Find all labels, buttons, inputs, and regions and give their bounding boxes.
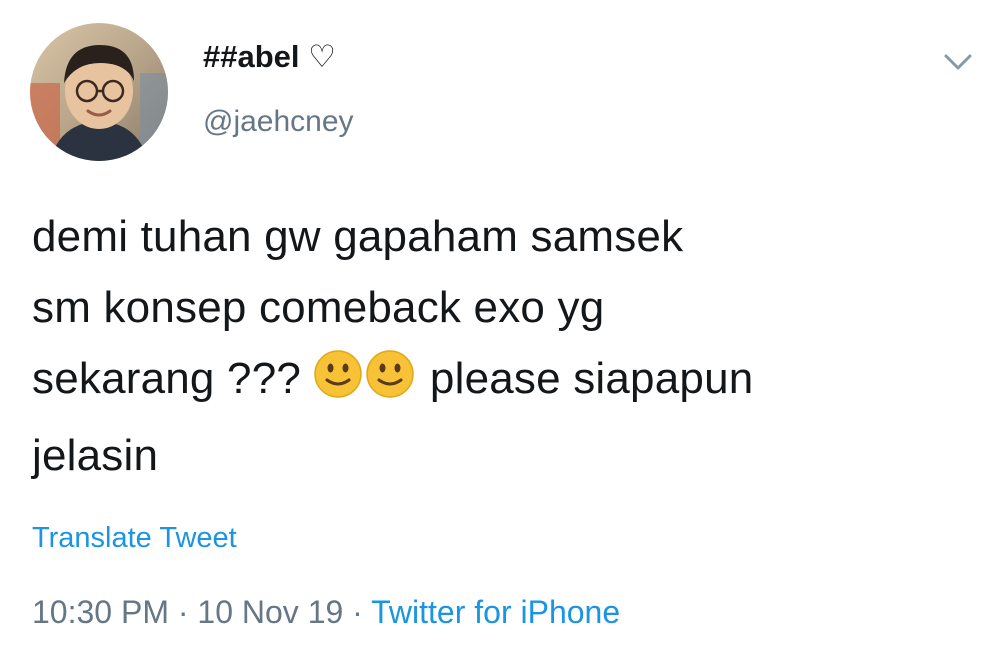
user-handle[interactable]: @jaehcney [203,104,354,140]
tweet-card: ##abel ♡ @jaehcney demi tuhan gw gapaham… [0,0,1000,661]
tweet-text-segment: sekarang ??? [32,354,302,403]
tweet-date[interactable]: 10 Nov 19 [197,594,343,630]
meta-separator: · [352,594,363,630]
tweet-text-segment: please siapapun [429,354,754,403]
tweet-text-line: demi tuhan gw gapaham samsek [32,212,684,261]
chevron-down-icon[interactable] [940,48,976,76]
display-name[interactable]: ##abel ♡ [203,38,336,75]
tweet-meta: 10:30 PM · 10 Nov 19 · Twitter for iPhon… [32,593,620,631]
tweet-text: demi tuhan gw gapaham samsek sm konsep c… [32,201,972,491]
tweet-source-link[interactable]: Twitter for iPhone [371,594,620,630]
meta-separator: · [177,594,189,630]
avatar-photo [30,23,168,161]
slightly-smiling-face-icon [365,349,415,420]
avatar[interactable] [30,23,168,161]
tweet-text-line: jelasin [32,431,159,480]
tweet-text-line-with-emoji: sekarang ??? please siapapun [32,343,972,420]
tweet-text-line: sm konsep comeback exo yg [32,283,605,332]
slightly-smiling-face-icon [313,349,363,420]
tweet-time[interactable]: 10:30 PM [32,594,169,630]
translate-tweet-link[interactable]: Translate Tweet [32,521,237,556]
